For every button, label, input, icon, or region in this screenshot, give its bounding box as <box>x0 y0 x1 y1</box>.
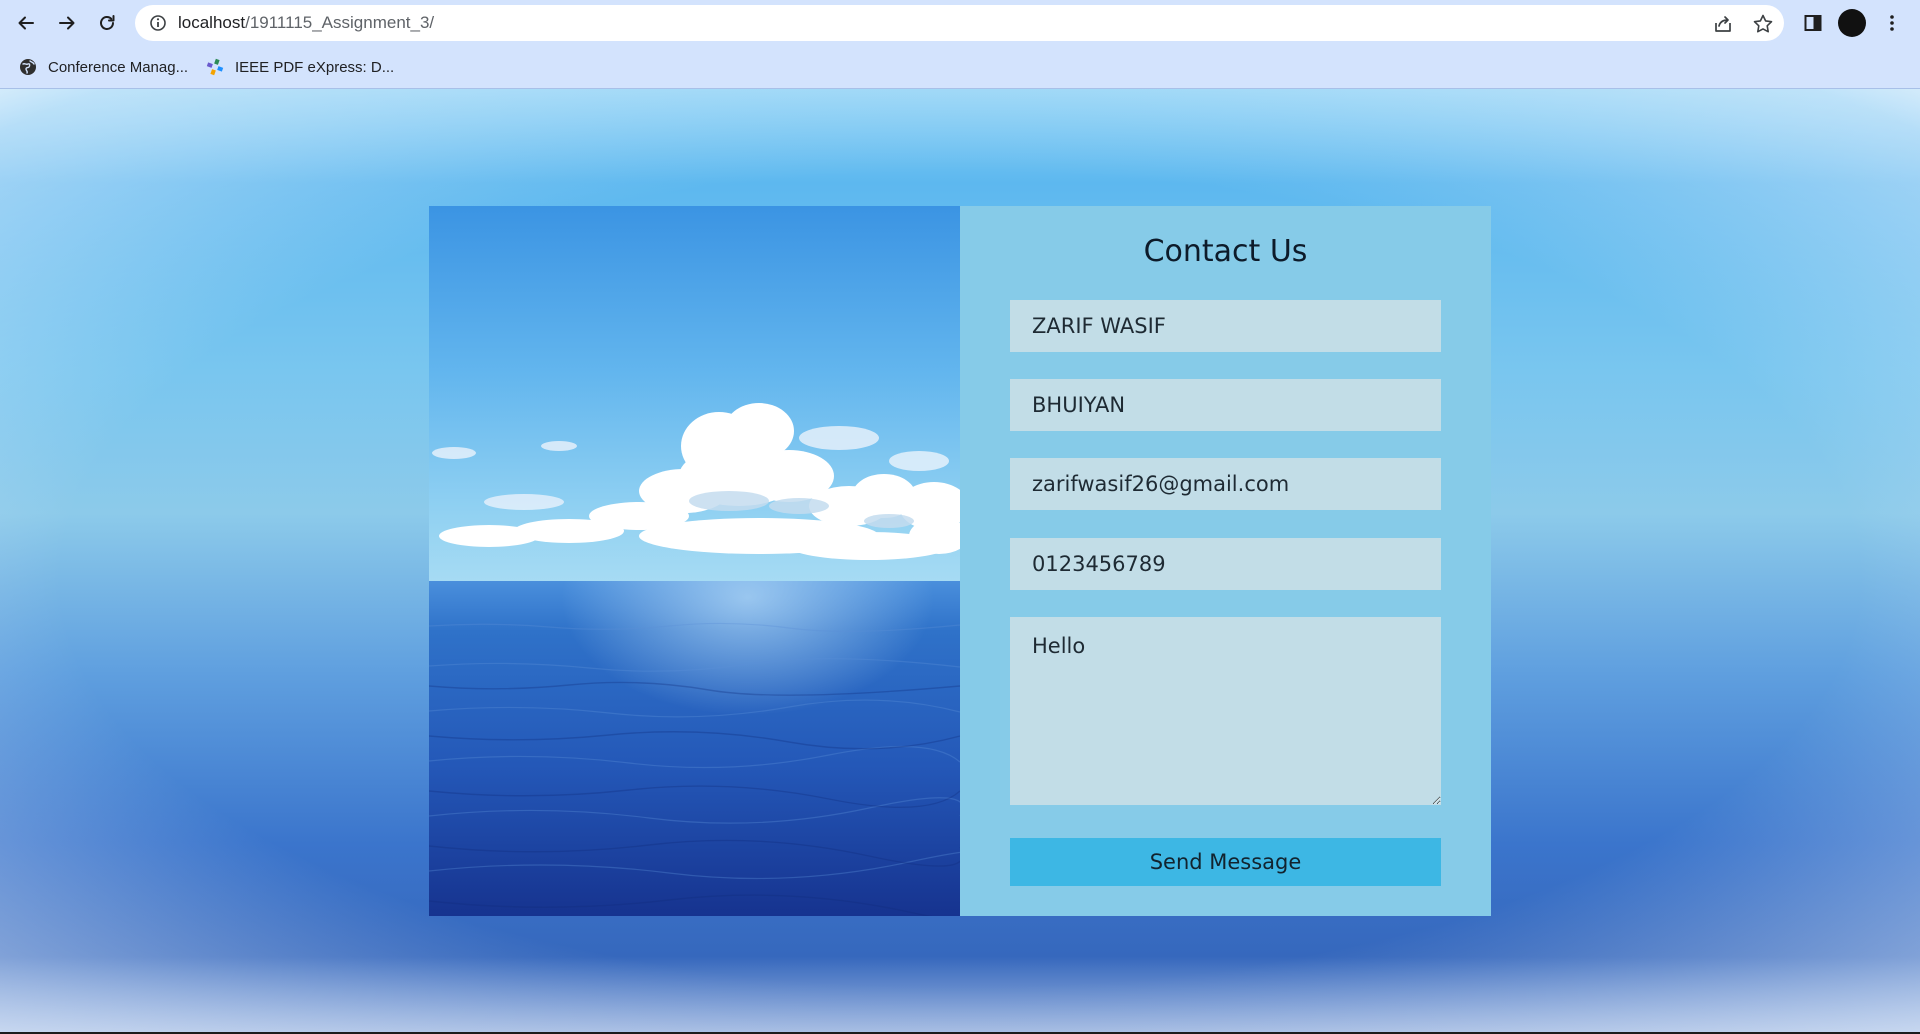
contact-card: Contact Us Hello Send Message <box>429 206 1491 916</box>
message-textarea[interactable]: Hello <box>1010 617 1441 805</box>
arrow-left-icon <box>18 16 34 30</box>
bookmark-ieee-pdf-express[interactable]: IEEE PDF eXpress: D... <box>206 54 394 80</box>
kebab-menu-icon <box>1890 15 1894 31</box>
arrow-right-icon <box>59 16 75 30</box>
bookmark-label: IEEE PDF eXpress: D... <box>235 58 395 76</box>
back-button[interactable] <box>10 7 42 39</box>
share-icon <box>1715 16 1731 32</box>
profile-avatar[interactable] <box>1838 9 1866 37</box>
contact-form: Contact Us Hello Send Message <box>960 206 1491 916</box>
url-text[interactable]: localhost/1911115_Assignment_3/ <box>178 5 434 41</box>
share-button[interactable] <box>1712 13 1734 35</box>
email-input[interactable] <box>1010 458 1441 510</box>
url-path: /1911115_Assignment_3/ <box>245 13 435 32</box>
bookmarks-bar: Conference Manag... IEEE PDF eXpress: D.… <box>0 50 1920 84</box>
bookmark-conference-manager[interactable]: Conference Manag... <box>19 54 188 80</box>
reload-icon <box>100 15 115 30</box>
ocean-illustration <box>429 206 960 916</box>
side-panel-icon <box>1804 15 1822 31</box>
ieee-pinwheel-icon <box>206 58 224 76</box>
url-host: localhost <box>178 13 246 32</box>
browser-menu-button[interactable] <box>1877 8 1907 38</box>
first-name-input[interactable] <box>1010 300 1441 352</box>
page-background: Contact Us Hello Send Message <box>0 89 1920 1032</box>
address-bar[interactable]: localhost/1911115_Assignment_3/ <box>135 5 1784 41</box>
bookmark-label: Conference Manag... <box>48 58 189 76</box>
reload-button[interactable] <box>91 7 123 39</box>
side-panel-button[interactable] <box>1798 8 1828 38</box>
last-name-input[interactable] <box>1010 379 1441 431</box>
send-message-button[interactable]: Send Message <box>1010 838 1441 886</box>
form-title: Contact Us <box>1143 234 1308 269</box>
browser-chrome: localhost/1911115_Assignment_3/ Conferen… <box>0 0 1920 89</box>
star-icon <box>1753 14 1773 33</box>
forward-button[interactable] <box>51 7 83 39</box>
site-info-icon[interactable] <box>149 14 167 32</box>
browser-toolbar: localhost/1911115_Assignment_3/ <box>0 0 1920 46</box>
ocean-image <box>429 206 960 916</box>
globe-icon <box>19 58 37 76</box>
bookmark-star-button[interactable] <box>1752 13 1774 35</box>
phone-input[interactable] <box>1010 538 1441 590</box>
